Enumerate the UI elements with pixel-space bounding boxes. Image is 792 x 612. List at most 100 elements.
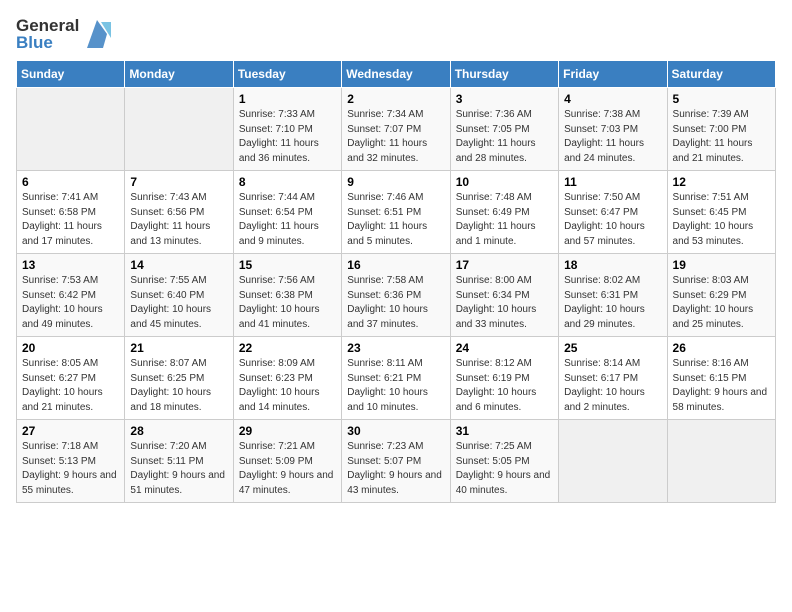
- day-number: 3: [456, 92, 553, 106]
- day-detail: Sunrise: 7:20 AM Sunset: 5:11 PM Dayligh…: [130, 440, 227, 498]
- week-row-4: 20Sunrise: 8:05 AM Sunset: 6:27 PM Dayli…: [17, 337, 776, 420]
- calendar-cell: 30 Sunrise: 7:23 AM Sunset: 5:07 PM Dayli…: [342, 420, 450, 503]
- day-detail: Sunrise: 7:23 AM Sunset: 5:07 PM Dayligh…: [347, 440, 444, 498]
- calendar-cell: 19 Sunrise: 8:03 AM Sunset: 6:29 PM Dayli…: [667, 254, 775, 337]
- day-number: 30: [347, 424, 444, 438]
- calendar-cell: 13 Sunrise: 7:53 AM Sunset: 6:42 PM Dayli…: [17, 254, 125, 337]
- calendar-cell: 24 Sunrise: 8:12 AM Sunset: 6:19 PM Dayli…: [450, 337, 558, 420]
- calendar-cell: 6Sunrise: 7:41 AM Sunset: 6:58 PM Daylig…: [17, 171, 125, 254]
- day-detail: Sunrise: 8:00 AM Sunset: 6:34 PM Dayligh…: [456, 274, 553, 332]
- day-detail: Sunrise: 7:56 AM Sunset: 6:38 PM Dayligh…: [239, 274, 336, 332]
- logo-general: General: [16, 17, 79, 34]
- day-detail: Sunrise: 7:41 AM Sunset: 6:58 PM Dayligh…: [22, 191, 119, 249]
- day-detail: Sunrise: 7:34 AM Sunset: 7:07 PM Dayligh…: [347, 108, 444, 166]
- calendar-cell: 5 Sunrise: 7:39 AM Sunset: 7:00 PM Daylig…: [667, 88, 775, 171]
- logo-icon: [83, 16, 111, 52]
- day-number: 15: [239, 258, 336, 272]
- day-detail: Sunrise: 8:09 AM Sunset: 6:23 PM Dayligh…: [239, 357, 336, 415]
- day-detail: Sunrise: 8:14 AM Sunset: 6:17 PM Dayligh…: [564, 357, 661, 415]
- week-row-5: 27Sunrise: 7:18 AM Sunset: 5:13 PM Dayli…: [17, 420, 776, 503]
- calendar-cell: 25 Sunrise: 8:14 AM Sunset: 6:17 PM Dayli…: [559, 337, 667, 420]
- calendar-cell: 31 Sunrise: 7:25 AM Sunset: 5:05 PM Dayli…: [450, 420, 558, 503]
- calendar-cell: 12 Sunrise: 7:51 AM Sunset: 6:45 PM Dayli…: [667, 171, 775, 254]
- calendar-cell: 3 Sunrise: 7:36 AM Sunset: 7:05 PM Daylig…: [450, 88, 558, 171]
- calendar-cell: 15 Sunrise: 7:56 AM Sunset: 6:38 PM Dayli…: [233, 254, 341, 337]
- day-detail: Sunrise: 8:11 AM Sunset: 6:21 PM Dayligh…: [347, 357, 444, 415]
- day-number: 31: [456, 424, 553, 438]
- day-number: 16: [347, 258, 444, 272]
- weekday-header-saturday: Saturday: [667, 61, 775, 88]
- day-detail: Sunrise: 7:53 AM Sunset: 6:42 PM Dayligh…: [22, 274, 119, 332]
- calendar-cell: 28 Sunrise: 7:20 AM Sunset: 5:11 PM Dayli…: [125, 420, 233, 503]
- calendar-cell: 2 Sunrise: 7:34 AM Sunset: 7:07 PM Daylig…: [342, 88, 450, 171]
- logo-container: General Blue: [16, 16, 111, 52]
- calendar-cell: [125, 88, 233, 171]
- day-number: 20: [22, 341, 119, 355]
- day-detail: Sunrise: 8:03 AM Sunset: 6:29 PM Dayligh…: [673, 274, 770, 332]
- day-number: 18: [564, 258, 661, 272]
- calendar-cell: 14 Sunrise: 7:55 AM Sunset: 6:40 PM Dayli…: [125, 254, 233, 337]
- day-number: 10: [456, 175, 553, 189]
- calendar-cell: 7Sunrise: 7:43 AM Sunset: 6:56 PM Daylig…: [125, 171, 233, 254]
- calendar-cell: [667, 420, 775, 503]
- calendar-cell: 4 Sunrise: 7:38 AM Sunset: 7:03 PM Daylig…: [559, 88, 667, 171]
- calendar-cell: 21 Sunrise: 8:07 AM Sunset: 6:25 PM Dayli…: [125, 337, 233, 420]
- day-detail: Sunrise: 7:58 AM Sunset: 6:36 PM Dayligh…: [347, 274, 444, 332]
- calendar-cell: 10Sunrise: 7:48 AM Sunset: 6:49 PM Dayli…: [450, 171, 558, 254]
- day-detail: Sunrise: 7:55 AM Sunset: 6:40 PM Dayligh…: [130, 274, 227, 332]
- calendar-table: SundayMondayTuesdayWednesdayThursdayFrid…: [16, 60, 776, 503]
- week-row-2: 6Sunrise: 7:41 AM Sunset: 6:58 PM Daylig…: [17, 171, 776, 254]
- calendar-cell: 20Sunrise: 8:05 AM Sunset: 6:27 PM Dayli…: [17, 337, 125, 420]
- day-number: 11: [564, 175, 661, 189]
- day-detail: Sunrise: 8:07 AM Sunset: 6:25 PM Dayligh…: [130, 357, 227, 415]
- day-number: 29: [239, 424, 336, 438]
- week-row-3: 13 Sunrise: 7:53 AM Sunset: 6:42 PM Dayli…: [17, 254, 776, 337]
- calendar-header: SundayMondayTuesdayWednesdayThursdayFrid…: [17, 61, 776, 88]
- day-detail: Sunrise: 8:16 AM Sunset: 6:15 PM Dayligh…: [673, 357, 770, 415]
- day-detail: Sunrise: 7:25 AM Sunset: 5:05 PM Dayligh…: [456, 440, 553, 498]
- calendar-cell: 29 Sunrise: 7:21 AM Sunset: 5:09 PM Dayli…: [233, 420, 341, 503]
- day-detail: Sunrise: 7:51 AM Sunset: 6:45 PM Dayligh…: [673, 191, 770, 249]
- day-detail: Sunrise: 7:38 AM Sunset: 7:03 PM Dayligh…: [564, 108, 661, 166]
- day-number: 25: [564, 341, 661, 355]
- day-detail: Sunrise: 7:39 AM Sunset: 7:00 PM Dayligh…: [673, 108, 770, 166]
- calendar-cell: [559, 420, 667, 503]
- calendar-cell: 27Sunrise: 7:18 AM Sunset: 5:13 PM Dayli…: [17, 420, 125, 503]
- day-number: 26: [673, 341, 770, 355]
- day-number: 24: [456, 341, 553, 355]
- day-number: 8: [239, 175, 336, 189]
- day-number: 4: [564, 92, 661, 106]
- day-number: 22: [239, 341, 336, 355]
- day-number: 2: [347, 92, 444, 106]
- day-number: 5: [673, 92, 770, 106]
- weekday-header-thursday: Thursday: [450, 61, 558, 88]
- day-number: 9: [347, 175, 444, 189]
- day-number: 17: [456, 258, 553, 272]
- calendar-cell: 16 Sunrise: 7:58 AM Sunset: 6:36 PM Dayli…: [342, 254, 450, 337]
- calendar-cell: 22 Sunrise: 8:09 AM Sunset: 6:23 PM Dayli…: [233, 337, 341, 420]
- weekday-header-monday: Monday: [125, 61, 233, 88]
- day-detail: Sunrise: 7:21 AM Sunset: 5:09 PM Dayligh…: [239, 440, 336, 498]
- day-detail: Sunrise: 7:33 AM Sunset: 7:10 PM Dayligh…: [239, 108, 336, 166]
- calendar-cell: 1Sunrise: 7:33 AM Sunset: 7:10 PM Daylig…: [233, 88, 341, 171]
- calendar-cell: 11Sunrise: 7:50 AM Sunset: 6:47 PM Dayli…: [559, 171, 667, 254]
- day-detail: Sunrise: 7:44 AM Sunset: 6:54 PM Dayligh…: [239, 191, 336, 249]
- day-number: 19: [673, 258, 770, 272]
- logo-blue: Blue: [16, 34, 79, 51]
- weekday-header-tuesday: Tuesday: [233, 61, 341, 88]
- day-number: 13: [22, 258, 119, 272]
- day-number: 27: [22, 424, 119, 438]
- day-detail: Sunrise: 8:12 AM Sunset: 6:19 PM Dayligh…: [456, 357, 553, 415]
- day-number: 28: [130, 424, 227, 438]
- day-detail: Sunrise: 7:36 AM Sunset: 7:05 PM Dayligh…: [456, 108, 553, 166]
- weekday-header-wednesday: Wednesday: [342, 61, 450, 88]
- day-number: 14: [130, 258, 227, 272]
- day-detail: Sunrise: 8:02 AM Sunset: 6:31 PM Dayligh…: [564, 274, 661, 332]
- day-detail: Sunrise: 7:46 AM Sunset: 6:51 PM Dayligh…: [347, 191, 444, 249]
- day-number: 12: [673, 175, 770, 189]
- day-number: 23: [347, 341, 444, 355]
- calendar-cell: 17 Sunrise: 8:00 AM Sunset: 6:34 PM Dayli…: [450, 254, 558, 337]
- page-header: General Blue: [16, 16, 776, 52]
- day-number: 21: [130, 341, 227, 355]
- day-number: 7: [130, 175, 227, 189]
